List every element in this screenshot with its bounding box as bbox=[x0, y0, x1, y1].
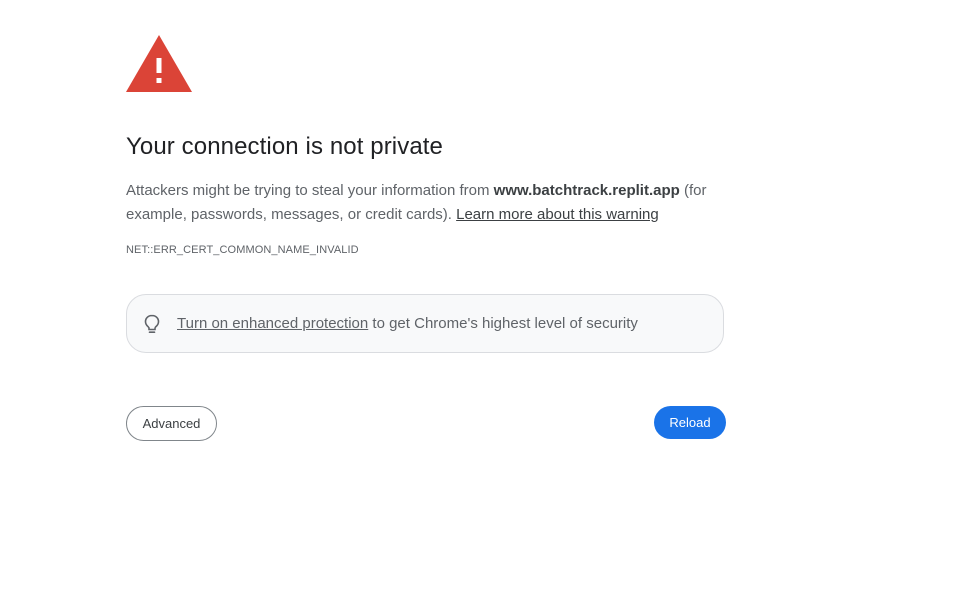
warning-triangle-icon bbox=[126, 35, 192, 92]
enhanced-protection-box: Turn on enhanced protection to get Chrom… bbox=[126, 294, 724, 353]
learn-more-link[interactable]: Learn more about this warning bbox=[456, 206, 659, 223]
interstitial-page: Your connection is not private Attackers… bbox=[0, 0, 963, 589]
advanced-button[interactable]: Advanced bbox=[126, 406, 217, 441]
domain-name: www.batchtrack.replit.app bbox=[493, 182, 680, 199]
lightbulb-icon bbox=[144, 314, 160, 334]
enhanced-protection-link[interactable]: Turn on enhanced protection bbox=[177, 315, 368, 332]
warning-description: Attackers might be trying to steal your … bbox=[126, 179, 726, 227]
description-prefix: Attackers might be trying to steal your … bbox=[126, 182, 494, 199]
reload-button[interactable]: Reload bbox=[654, 406, 726, 439]
page-title: Your connection is not private bbox=[126, 133, 443, 160]
enhanced-protection-suffix: to get Chrome's highest level of securit… bbox=[368, 315, 638, 332]
enhanced-protection-text: Turn on enhanced protection to get Chrom… bbox=[177, 315, 638, 332]
error-code: NET::ERR_CERT_COMMON_NAME_INVALID bbox=[126, 244, 359, 256]
